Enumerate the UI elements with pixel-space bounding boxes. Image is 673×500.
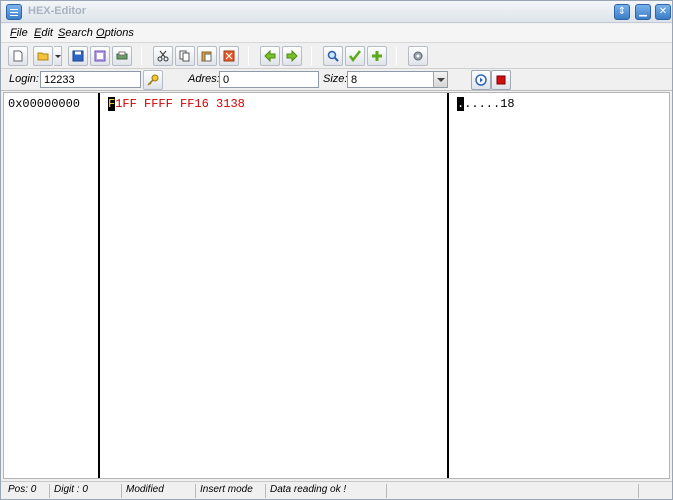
plus-icon [372, 51, 382, 61]
key-icon [147, 74, 159, 86]
arrow-left-icon [264, 50, 276, 62]
status-message: Data reading ok ! [267, 484, 387, 498]
ascii-line[interactable]: ......18 [457, 97, 515, 111]
hex-line[interactable]: F1FF FFFF FF16 3138 [108, 97, 245, 111]
hex-column[interactable]: F1FF FFFF FF16 3138 [102, 93, 449, 478]
status-digit: Digit : 0 [51, 484, 122, 498]
address-column: 0x00000000 [4, 93, 100, 478]
open-folder-icon [37, 52, 49, 61]
arrow-right-icon [286, 50, 298, 62]
login-key-button[interactable] [143, 70, 163, 90]
stop-icon [496, 75, 506, 85]
ascii-text: .....18 [464, 97, 515, 111]
paste-clipboard-icon [201, 51, 212, 62]
search-button[interactable] [323, 46, 343, 66]
status-modified: Modified [123, 484, 196, 498]
window-title: HEX-Editor [28, 5, 87, 17]
forward-button[interactable] [282, 46, 302, 66]
hex-group-4: 3138 [216, 97, 245, 111]
paste-button[interactable] [197, 46, 217, 66]
login-label: Login: [9, 73, 39, 85]
check-button[interactable] [345, 46, 365, 66]
app-icon [6, 4, 22, 20]
delete-icon [223, 50, 235, 62]
open-file-button[interactable] [33, 46, 53, 66]
address-cell: 0x00000000 [8, 97, 81, 111]
toolbar-separator [248, 47, 249, 65]
new-file-icon [13, 50, 23, 62]
hex-group-2: FFFF [144, 97, 173, 111]
hex-group-3: FF16 [180, 97, 209, 111]
printer-icon [116, 51, 128, 60]
print-preview-button[interactable] [90, 46, 110, 66]
ascii-column[interactable]: ......18 [451, 93, 669, 478]
copy-button[interactable] [175, 46, 195, 66]
hex-group-1: 1FF [115, 97, 137, 111]
menu-bar: File Edit Search Options [1, 24, 672, 42]
size-dropdown-arrow-icon[interactable] [433, 72, 447, 87]
adres-label: Adres: [188, 73, 220, 85]
adres-input[interactable] [219, 71, 319, 88]
toolbar-separator [311, 47, 312, 65]
stop-button[interactable] [491, 70, 511, 90]
minimize-window-icon[interactable]: ▁ [635, 4, 651, 20]
menu-search[interactable]: Search [58, 27, 93, 39]
toolbar [1, 42, 672, 69]
settings-button[interactable] [408, 46, 428, 66]
play-icon [475, 74, 487, 86]
open-recent-dropdown[interactable] [54, 46, 62, 66]
copy-icon [179, 50, 190, 62]
status-mode: Insert mode [197, 484, 266, 498]
restore-window-icon[interactable]: ⇕ [614, 4, 630, 20]
toolbar-separator [141, 47, 142, 65]
print-button[interactable] [112, 46, 132, 66]
status-bar: Pos: 0 Digit : 0 Modified Insert mode Da… [1, 481, 672, 499]
scissors-icon [157, 50, 169, 62]
new-file-button[interactable] [8, 46, 28, 66]
menu-options[interactable]: Options [96, 27, 134, 39]
cut-button[interactable] [153, 46, 173, 66]
gear-icon [413, 51, 423, 61]
hex-editor-area[interactable]: 0x00000000 F1FF FFFF FF16 3138 ......18 [3, 92, 670, 479]
parameter-bar: Login: Adres: Size: [1, 69, 672, 91]
status-pos: Pos: 0 [5, 484, 50, 498]
save-disk-icon [72, 50, 84, 62]
add-button[interactable] [367, 46, 387, 66]
back-button[interactable] [260, 46, 280, 66]
toolbar-separator [396, 47, 397, 65]
login-input[interactable] [40, 71, 141, 88]
play-button[interactable] [471, 70, 491, 90]
hex-editor-window: HEX-Editor ⇕ ▁ ✕ File Edit Search Option… [0, 0, 673, 500]
search-magnifier-icon [327, 50, 339, 62]
status-empty-panel [388, 484, 639, 498]
print-preview-icon [94, 50, 106, 62]
close-window-icon[interactable]: ✕ [655, 4, 671, 20]
menu-file[interactable]: File [10, 27, 28, 39]
menu-edit[interactable]: Edit [34, 27, 53, 39]
delete-button[interactable] [219, 46, 239, 66]
size-label: Size: [323, 73, 348, 85]
checkmark-icon [349, 50, 361, 62]
title-bar: HEX-Editor ⇕ ▁ ✕ [1, 1, 672, 23]
save-button[interactable] [68, 46, 88, 66]
